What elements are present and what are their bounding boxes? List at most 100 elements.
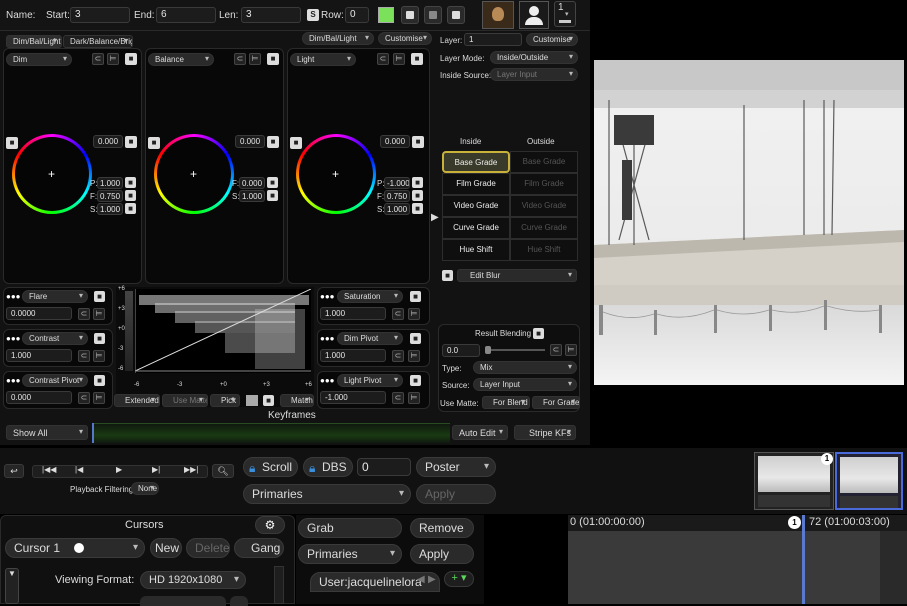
partial-button[interactable]: [230, 596, 248, 606]
trash-icon[interactable]: ■: [267, 53, 279, 65]
edit-blur-button[interactable]: Edit Blur: [457, 269, 577, 282]
p-reset-button[interactable]: ■: [125, 177, 136, 188]
type-dropdown[interactable]: Mix: [473, 361, 577, 374]
dim-pivot-dropdown[interactable]: Dim Pivot: [337, 332, 403, 345]
s-reset-button[interactable]: ■: [267, 190, 278, 201]
inside-base-grade-button[interactable]: Base Grade: [442, 151, 510, 173]
inside-video-grade-button[interactable]: Video Grade: [442, 195, 510, 217]
apply-button[interactable]: Apply: [410, 544, 474, 564]
for-blend-toggle[interactable]: For Blend: [482, 396, 530, 409]
trash-icon[interactable]: ■: [94, 291, 105, 302]
trash-icon[interactable]: ■: [94, 375, 105, 386]
layer-mode-dropdown[interactable]: Inside/Outside: [490, 51, 578, 64]
reset-icon[interactable]: ⊨: [93, 308, 105, 320]
link-icon[interactable]: ⊂: [392, 350, 404, 362]
inside-hue-shift-button[interactable]: Hue Shift: [442, 239, 510, 261]
add-icon[interactable]: + ▾: [444, 571, 474, 587]
wheel-menu-icon[interactable]: ■: [148, 137, 160, 149]
expand-arrow-icon[interactable]: ▶: [431, 212, 439, 223]
more-icon[interactable]: ●●●: [320, 292, 335, 301]
step-forward-icon[interactable]: ▶|: [152, 465, 160, 474]
row-field[interactable]: 0: [345, 7, 369, 23]
new-button[interactable]: New: [150, 538, 182, 558]
poster-dropdown[interactable]: Poster: [416, 457, 496, 477]
wheel-value-field[interactable]: 0.000: [93, 135, 123, 148]
dbs-value-field[interactable]: 0: [357, 458, 411, 476]
link-icon[interactable]: ⊂: [78, 308, 90, 320]
trash-icon[interactable]: ■: [411, 53, 423, 65]
swatch-button[interactable]: [246, 395, 258, 406]
reset-icon[interactable]: ⊨: [408, 350, 420, 362]
person-silhouette-icon[interactable]: [519, 1, 549, 29]
trash-icon[interactable]: ■: [410, 333, 421, 344]
loop-icon[interactable]: ↩: [4, 464, 24, 478]
link-icon[interactable]: ⊂: [234, 53, 246, 65]
flare-dropdown[interactable]: Flare: [22, 290, 88, 303]
f-reset-button[interactable]: ■: [412, 190, 423, 201]
wheel-value-field[interactable]: 0.000: [235, 135, 265, 148]
link-icon[interactable]: ⊂: [78, 350, 90, 362]
source-dropdown[interactable]: Layer Input: [473, 378, 577, 391]
contrast-dropdown[interactable]: Contrast: [22, 332, 88, 345]
saturation-value-field[interactable]: 1.000: [320, 307, 386, 320]
skip-back-icon[interactable]: |◀◀: [42, 465, 56, 474]
copy-button[interactable]: [401, 6, 419, 24]
outside-video-grade-button[interactable]: Video Grade: [510, 195, 578, 217]
primaries-action-dropdown[interactable]: Primaries: [298, 544, 402, 564]
f-field[interactable]: 0.000: [239, 177, 265, 189]
remove-button[interactable]: Remove: [410, 518, 474, 538]
more-icon[interactable]: ●●●: [6, 334, 21, 343]
thumbnail-clip-2[interactable]: [835, 452, 903, 510]
search-icon[interactable]: 🔍︎: [212, 464, 234, 478]
wheel-mode-dropdown[interactable]: Dim: [6, 53, 72, 66]
auto-edit-dropdown[interactable]: Auto Edit: [452, 425, 508, 440]
f-reset-button[interactable]: ■: [125, 190, 136, 201]
outside-film-grade-button[interactable]: Film Grade: [510, 173, 578, 195]
customise-dropdown[interactable]: Customise: [378, 32, 432, 45]
more-icon[interactable]: ●●●: [320, 376, 335, 385]
outside-base-grade-button[interactable]: Base Grade: [510, 151, 578, 173]
copy-icon[interactable]: ■: [263, 395, 274, 406]
step-back-icon[interactable]: |◀: [75, 465, 83, 474]
more-icon[interactable]: ●●●: [6, 376, 21, 385]
s-button[interactable]: S: [307, 9, 319, 21]
wheel-menu-icon[interactable]: ■: [6, 137, 18, 149]
scatter-plot[interactable]: [135, 289, 311, 373]
customise-dropdown[interactable]: Customise: [526, 33, 578, 46]
preset-tab-dark-balance-bright[interactable]: Dark/Balance/Bright: [63, 35, 133, 48]
flare-value-field[interactable]: 0.0000: [6, 307, 72, 320]
link-icon[interactable]: ⊂: [78, 392, 90, 404]
light-pivot-value-field[interactable]: -1.000: [320, 391, 386, 404]
use-matte-toggle[interactable]: Use Matte: [162, 394, 208, 407]
end-field[interactable]: 6: [156, 7, 216, 23]
contrast-pivot-value-field[interactable]: 0.000: [6, 391, 72, 404]
reset-icon[interactable]: ⊨: [107, 53, 119, 65]
playhead[interactable]: [802, 515, 805, 604]
p-field[interactable]: 1.000: [97, 177, 123, 189]
trash-icon[interactable]: ■: [410, 291, 421, 302]
wheel-reset-button[interactable]: ■: [125, 136, 137, 148]
color-wheel-light[interactable]: +: [296, 134, 376, 214]
stripe-kfs-toggle[interactable]: Stripe KFs: [514, 425, 576, 440]
for-grade-toggle[interactable]: For Grade: [532, 396, 580, 409]
reset-icon[interactable]: ⊨: [565, 344, 577, 356]
s-field[interactable]: 1.000: [239, 190, 265, 202]
grab-button[interactable]: Grab: [298, 518, 402, 538]
primaries-dropdown[interactable]: Primaries: [243, 484, 411, 504]
wheel-value-field[interactable]: 0.000: [380, 135, 410, 148]
p-reset-button[interactable]: ■: [412, 177, 423, 188]
reset-icon[interactable]: ⊨: [408, 392, 420, 404]
len-field[interactable]: 3: [241, 7, 301, 23]
reset-icon[interactable]: ⊨: [249, 53, 261, 65]
link-icon[interactable]: ⊂: [550, 344, 562, 356]
saturation-dropdown[interactable]: Saturation: [337, 290, 403, 303]
reset-icon[interactable]: ⊨: [393, 53, 405, 65]
wheel-mode-dropdown[interactable]: Light: [290, 53, 356, 66]
f-field[interactable]: 0.750: [384, 190, 410, 202]
paste-button[interactable]: [447, 6, 465, 24]
timeline-marker[interactable]: 1: [788, 516, 801, 529]
s-field[interactable]: 1.000: [384, 203, 410, 215]
histogram-slider[interactable]: [125, 291, 133, 371]
blend-menu-icon[interactable]: ■: [533, 328, 544, 339]
scrollbar[interactable]: [274, 566, 284, 604]
